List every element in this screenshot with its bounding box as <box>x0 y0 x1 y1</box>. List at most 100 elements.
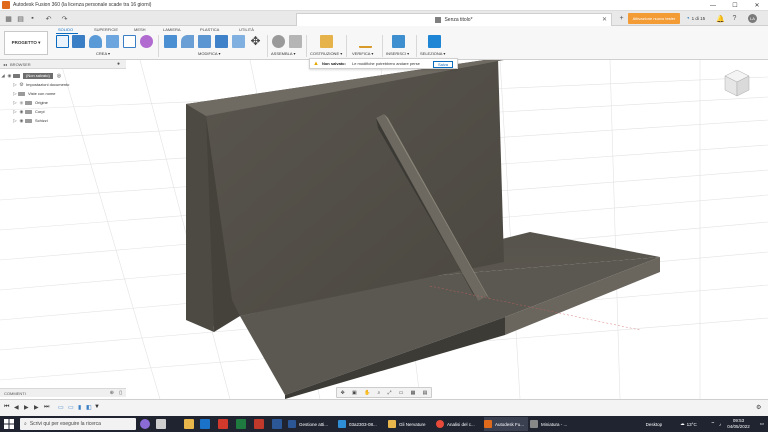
browser-item-doc-settings[interactable]: ▷ ⚙ Impostazioni documento <box>0 80 126 89</box>
taskbar-search[interactable]: ⌕ Scrivi qui per eseguire la ricerca <box>20 418 136 430</box>
move-icon[interactable]: ✥ <box>249 35 262 48</box>
job-status[interactable]: ◔ 1 di 15 <box>686 14 705 23</box>
joint-icon[interactable] <box>289 35 302 48</box>
visibility-eye-icon[interactable]: ◉ <box>18 109 25 115</box>
group-assemble[interactable]: ASSEMBLA ▾ <box>271 51 295 56</box>
new-tab-icon[interactable]: + <box>617 14 626 23</box>
go-to-start-icon[interactable]: ⏮ <box>4 404 9 411</box>
visibility-eye-icon[interactable]: ◉ <box>6 73 13 79</box>
task-view-icon[interactable] <box>156 419 166 429</box>
extrude-icon[interactable] <box>72 35 85 48</box>
undo-icon[interactable]: ↶ <box>44 14 53 23</box>
shell-icon[interactable] <box>215 35 228 48</box>
form-icon[interactable] <box>140 35 153 48</box>
maximize-button[interactable]: ☐ <box>724 0 746 11</box>
help-icon[interactable]: ? <box>730 14 739 23</box>
volume-icon[interactable]: ♪ <box>719 422 721 427</box>
grid-menu-icon[interactable]: ▦ <box>4 14 13 23</box>
weather-temp[interactable]: 13°C <box>687 422 697 427</box>
acrobat-icon[interactable] <box>218 419 228 429</box>
collapse-comments-icon[interactable]: ▯ <box>119 390 122 396</box>
notification-center-icon[interactable]: ▭ <box>760 421 764 427</box>
save-button[interactable]: Salva <box>432 61 453 68</box>
comments-panel[interactable]: COMMENTI ⊕ ▯ <box>0 388 126 397</box>
tab-sheet-metal[interactable]: LAMIERA <box>163 27 181 32</box>
network-icon[interactable]: ⌔ <box>711 421 715 427</box>
close-button[interactable]: ✕ <box>746 0 768 11</box>
browser-item-bodies[interactable]: ▷ ◉ Corpi <box>0 107 126 116</box>
collapse-icon[interactable]: ◂◂ <box>3 62 7 67</box>
activate-button[interactable]: Attivazione nuovo tester <box>628 13 680 24</box>
sweep-icon[interactable] <box>106 35 119 48</box>
group-insert[interactable]: INSERISCI ▾ <box>386 51 409 56</box>
powerpoint-icon[interactable] <box>254 419 264 429</box>
group-inspect[interactable]: VERIFICA ▾ <box>352 51 373 56</box>
orbit-icon[interactable]: ✥ <box>341 390 345 396</box>
group-create[interactable]: CREA ▾ <box>96 51 110 56</box>
play-icon[interactable]: ▶ <box>24 404 29 411</box>
word-icon[interactable] <box>272 419 282 429</box>
clock[interactable]: 09:53 04/05/2022 <box>727 418 750 430</box>
fit-icon[interactable]: ⤢ <box>387 390 391 396</box>
timeline-rib-icon[interactable]: ◧ <box>86 404 92 411</box>
browser-item-sketches[interactable]: ▷ ◉ Schizzi <box>0 116 126 125</box>
look-at-icon[interactable]: ▣ <box>352 390 357 396</box>
press-pull-icon[interactable] <box>164 35 177 48</box>
windows-start-icon[interactable] <box>4 419 14 429</box>
go-to-end-icon[interactable]: ⏭ <box>44 404 49 411</box>
taskbar-app[interactable]: Gli Nervature <box>388 417 434 431</box>
add-comment-icon[interactable]: ⊕ <box>110 390 114 396</box>
step-forward-icon[interactable]: ▶ <box>34 404 39 411</box>
pin-icon[interactable]: ● <box>117 61 120 67</box>
create-sketch-icon[interactable] <box>56 35 69 48</box>
tab-utilities[interactable]: UTILITÀ <box>239 27 254 32</box>
timeline-marker-icon[interactable]: ▼ <box>94 404 100 410</box>
timeline-sketch-icon[interactable]: ▭ <box>58 404 64 411</box>
visibility-eye-icon[interactable]: ◉ <box>18 118 25 124</box>
viewports-icon[interactable]: ▤ <box>423 390 428 396</box>
fillet-icon[interactable] <box>181 35 194 48</box>
taskbar-app[interactable]: Gestione atti... <box>288 417 336 431</box>
new-component-icon[interactable] <box>272 35 285 48</box>
excel-icon[interactable] <box>236 419 246 429</box>
taskbar-app[interactable]: 03a2303-08... <box>338 417 386 431</box>
tab-plastic[interactable]: PLASTICA <box>200 27 219 32</box>
timeline-extrude-icon[interactable]: ▮ <box>78 404 81 411</box>
notifications-icon[interactable]: 🔔 <box>716 14 725 23</box>
group-modify[interactable]: MODIFICA ▾ <box>198 51 220 56</box>
browser-item-named-views[interactable]: ▷ Viste con nome <box>0 89 126 98</box>
workspace-switcher[interactable]: PROGETTO ▾ <box>4 31 48 55</box>
browser-root[interactable]: ◢ ◉ (Non salvato) ◎ <box>0 71 126 80</box>
file-menu-icon[interactable]: ▤ <box>16 14 25 23</box>
viewcube[interactable] <box>723 68 751 98</box>
browser-item-origin[interactable]: ▷ ◉ Origine <box>0 98 126 107</box>
group-select[interactable]: SELEZIONA ▾ <box>420 51 445 56</box>
measure-icon[interactable] <box>359 35 372 48</box>
desktop-label[interactable]: Desktop <box>646 422 663 427</box>
grid-settings-icon[interactable]: ▦ <box>411 390 416 396</box>
minimize-button[interactable]: — <box>702 0 724 11</box>
tab-mesh[interactable]: MESH <box>134 27 146 32</box>
target-icon[interactable]: ◎ <box>57 73 61 79</box>
redo-icon[interactable]: ↷ <box>60 14 69 23</box>
user-avatar[interactable]: LA <box>748 14 757 23</box>
taskbar-app[interactable]: Miniatura - ... <box>530 417 576 431</box>
pattern-icon[interactable] <box>123 35 136 48</box>
step-back-icon[interactable]: ◀ <box>14 404 19 411</box>
visibility-eye-icon[interactable]: ◉ <box>18 100 25 106</box>
display-settings-icon[interactable]: ▭ <box>399 390 404 396</box>
taskbar-app-active[interactable]: Autodesk Fu... <box>484 417 528 431</box>
group-construct[interactable]: COSTRUZIONE ▾ <box>310 51 342 56</box>
timeline-settings-icon[interactable]: ⚙ <box>756 404 761 411</box>
timeline-sketch-icon[interactable]: ▭ <box>68 404 74 411</box>
insert-image-icon[interactable] <box>392 35 405 48</box>
file-explorer-icon[interactable] <box>184 419 194 429</box>
tab-solid[interactable]: SOLIDO <box>58 27 73 32</box>
cortana-icon[interactable] <box>140 419 150 429</box>
offset-plane-icon[interactable] <box>320 35 333 48</box>
taskbar-app[interactable]: Analisi del c... <box>436 417 482 431</box>
save-icon[interactable]: ▪ <box>28 14 37 23</box>
document-tab[interactable]: Senza titolo* ✕ <box>296 13 612 26</box>
browser-header[interactable]: ◂◂ BROWSER ● <box>0 60 126 69</box>
tab-surface[interactable]: SUPERFICIE <box>94 27 118 32</box>
